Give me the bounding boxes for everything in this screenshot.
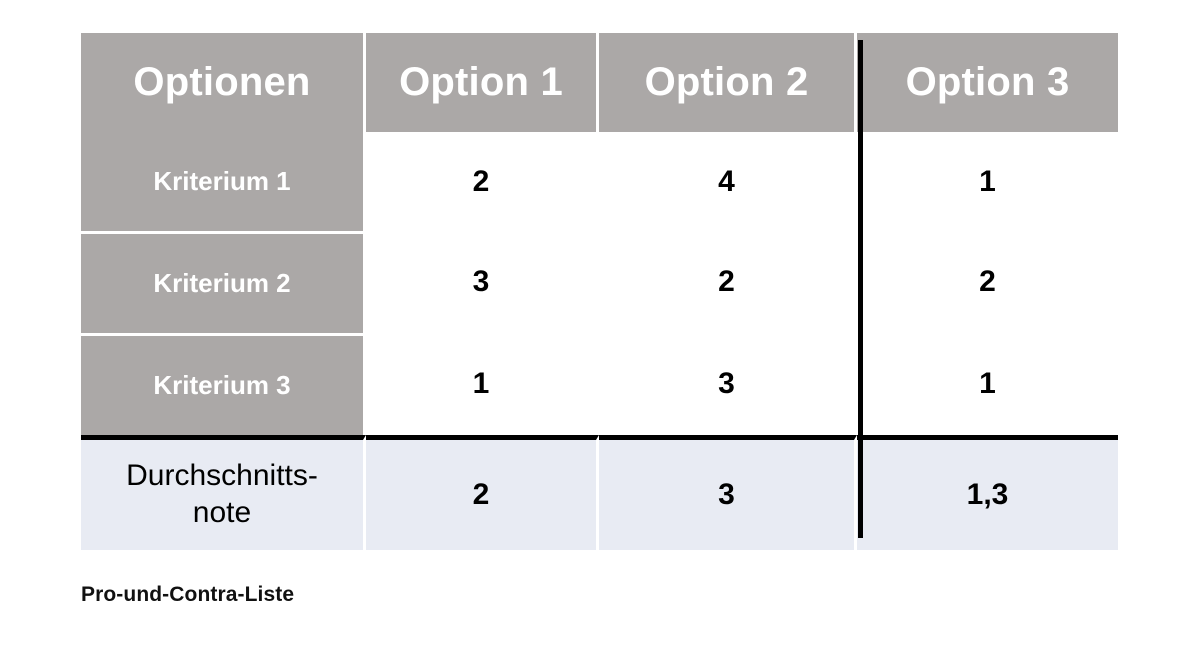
row-label-kriterium-2: Kriterium 2 — [81, 231, 366, 333]
column-header-option-2: Option 2 — [599, 33, 857, 132]
caption-pro-und-contra-liste: Pro-und-Contra-Liste — [81, 583, 295, 606]
row-label-kriterium-3: Kriterium 3 — [81, 333, 366, 435]
cell-durchschnittsnote-option-3: 1,3 — [857, 435, 1118, 550]
table-row: Kriterium 3 1 3 1 — [81, 333, 1118, 435]
cell-kriterium-1-option-2: 4 — [599, 132, 857, 231]
cell-kriterium-1-option-1: 2 — [366, 132, 599, 231]
decision-matrix: Optionen Option 1 Option 2 Option 3 Krit… — [81, 33, 1118, 550]
cell-durchschnittsnote-option-1: 2 — [366, 435, 599, 550]
row-label-kriterium-1: Kriterium 1 — [81, 132, 366, 231]
cell-kriterium-3-option-2: 3 — [599, 333, 857, 435]
table-row: Kriterium 1 2 4 1 — [81, 132, 1118, 231]
table-row: Kriterium 2 3 2 2 — [81, 231, 1118, 333]
column-header-option-1: Option 1 — [366, 33, 599, 132]
column-header-optionen: Optionen — [81, 33, 366, 132]
cell-durchschnittsnote-option-2: 3 — [599, 435, 857, 550]
cell-kriterium-1-option-3: 1 — [857, 132, 1118, 231]
row-label-durchschnittsnote: Durchschnitts-note — [81, 435, 366, 550]
cell-kriterium-2-option-1: 3 — [366, 231, 599, 333]
cell-kriterium-3-option-3: 1 — [857, 333, 1118, 435]
durchschnittsnote-line-2: note — [192, 496, 252, 529]
cell-kriterium-3-option-1: 1 — [366, 333, 599, 435]
durchschnittsnote-line-1: Durchschnitts- — [126, 459, 318, 493]
column-header-option-3: Option 3 — [857, 33, 1118, 132]
table-header-row: Optionen Option 1 Option 2 Option 3 — [81, 33, 1118, 132]
cell-kriterium-2-option-2: 2 — [599, 231, 857, 333]
summary-row: Durchschnitts-note 2 3 1,3 — [81, 435, 1118, 550]
criteria-table: Optionen Option 1 Option 2 Option 3 Krit… — [81, 33, 1118, 550]
cell-kriterium-2-option-3: 2 — [857, 231, 1118, 333]
